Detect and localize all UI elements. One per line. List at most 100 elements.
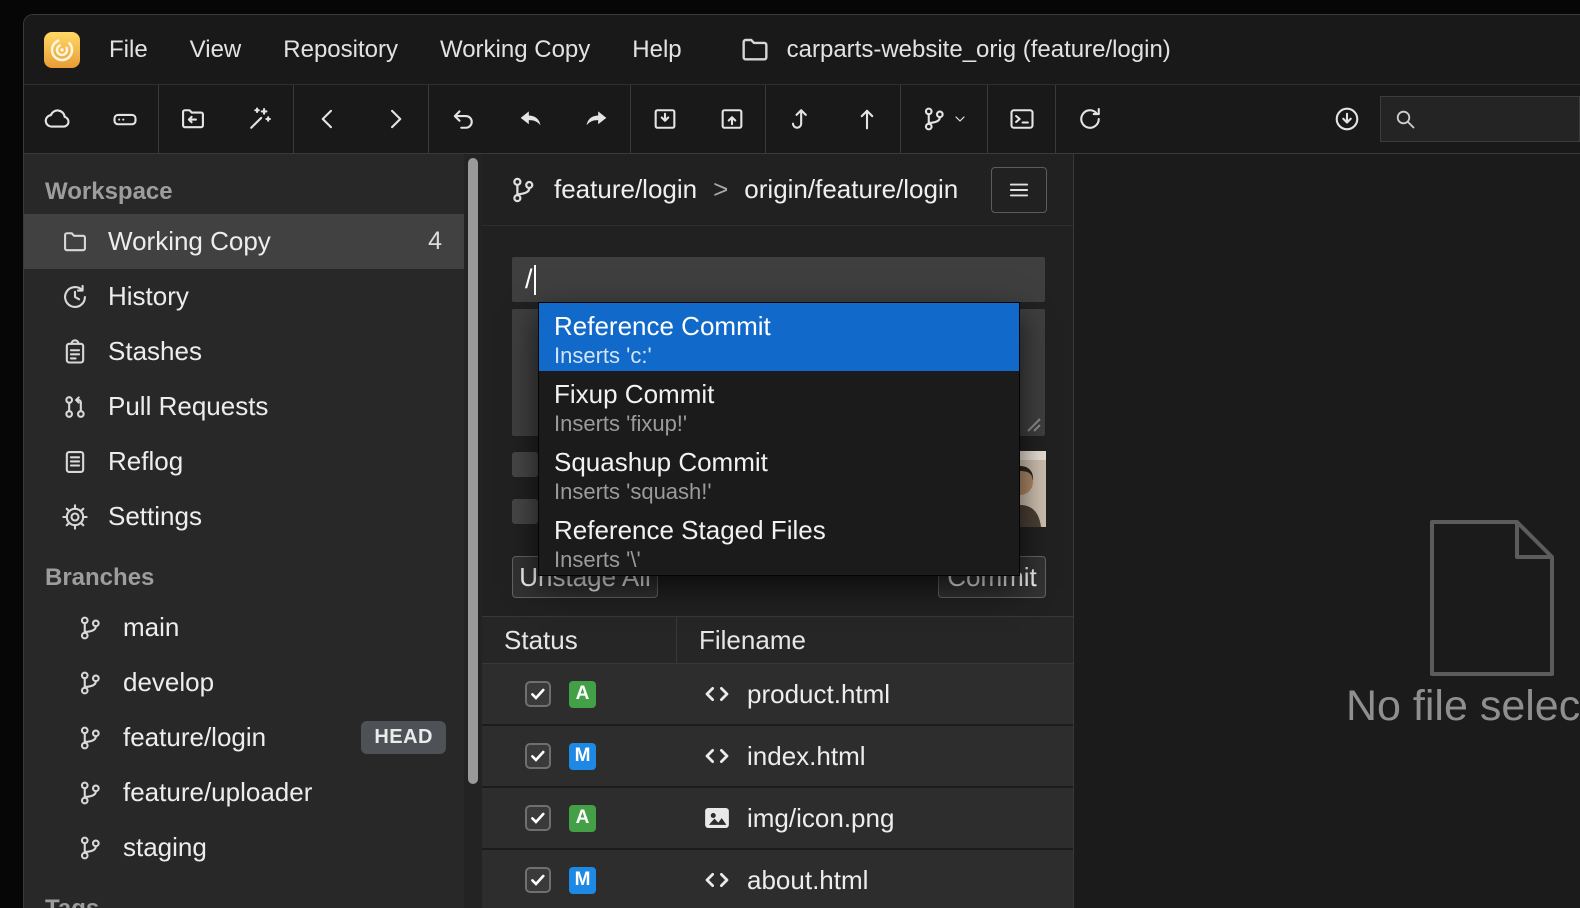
- autocomplete-item-reference-staged-files[interactable]: Reference Staged Files Inserts '\': [539, 507, 1019, 575]
- sidebar-item-history[interactable]: History: [24, 269, 464, 324]
- main-panel: feature/login > origin/feature/login /: [482, 154, 1074, 908]
- magic-wand-button[interactable]: [226, 85, 293, 153]
- code-file-icon: [702, 865, 732, 895]
- menu-help[interactable]: Help: [611, 15, 702, 84]
- autocomplete-title: Reference Commit: [554, 309, 1004, 343]
- commit-message-input[interactable]: /: [512, 257, 1045, 302]
- filename-label: img/icon.png: [747, 803, 894, 834]
- table-row[interactable]: A product.html: [482, 664, 1073, 726]
- back-button[interactable]: [294, 85, 361, 153]
- sidebar-item-label: History: [108, 281, 189, 312]
- autocomplete-item-reference-commit[interactable]: Reference Commit Inserts 'c:': [539, 303, 1019, 371]
- forward-button[interactable]: [361, 85, 428, 153]
- stage-box-button[interactable]: [631, 85, 698, 153]
- stage-checkbox[interactable]: [525, 681, 551, 707]
- cloud-button[interactable]: [24, 85, 91, 153]
- hamburger-icon: [1006, 177, 1032, 203]
- sidebar-item-label: Pull Requests: [108, 391, 268, 422]
- terminal-button[interactable]: [988, 85, 1055, 153]
- pending-count-badge: 4: [428, 227, 442, 256]
- filename-label: product.html: [747, 679, 890, 710]
- terminal-icon: [1008, 105, 1036, 133]
- option-checkbox-fragment[interactable]: [512, 452, 538, 477]
- repo-title-group: carparts-website_orig (feature/login): [739, 34, 1171, 66]
- file-preview-panel: No file selected: [1074, 154, 1580, 908]
- autocomplete-subtitle: Inserts 'squash!': [554, 479, 1004, 505]
- redo-button[interactable]: [563, 85, 630, 153]
- git-branch-icon: [76, 834, 104, 862]
- sidebar-branch-feature-login[interactable]: feature/login HEAD: [24, 710, 464, 765]
- git-branch-icon: [508, 175, 538, 205]
- search-box[interactable]: [1380, 96, 1580, 142]
- pull-request-icon: [61, 393, 89, 421]
- sidebar-item-settings[interactable]: Settings: [24, 489, 464, 544]
- status-added-badge: A: [569, 681, 596, 708]
- menu-view[interactable]: View: [169, 15, 263, 84]
- table-row[interactable]: A img/icon.png: [482, 788, 1073, 850]
- autocomplete-item-squashup-commit[interactable]: Squashup Commit Inserts 'squash!': [539, 439, 1019, 507]
- undo-button[interactable]: [496, 85, 563, 153]
- autocomplete-item-fixup-commit[interactable]: Fixup Commit Inserts 'fixup!': [539, 371, 1019, 439]
- menu-repository[interactable]: Repository: [262, 15, 419, 84]
- arrow-up-button[interactable]: [833, 85, 900, 153]
- hook-arrow-button[interactable]: [766, 85, 833, 153]
- branch-label: develop: [123, 667, 214, 698]
- toolbar: [24, 84, 1580, 154]
- image-file-icon: [702, 803, 732, 833]
- table-row[interactable]: M about.html: [482, 850, 1073, 908]
- option-checkbox-fragment[interactable]: [512, 499, 538, 524]
- commit-panel: / U: [482, 226, 1073, 616]
- git-branch-icon: [76, 614, 104, 642]
- status-cell: A: [482, 805, 677, 832]
- table-row[interactable]: M index.html: [482, 726, 1073, 788]
- sidebar-item-label: Reflog: [108, 446, 183, 477]
- commit-options-button[interactable]: [991, 167, 1047, 213]
- sidebar-branch-staging[interactable]: staging: [24, 820, 464, 875]
- folder-icon: [739, 34, 771, 66]
- sidebar-scrollbar[interactable]: [464, 154, 482, 908]
- check-icon: [529, 871, 547, 889]
- filename-cell: about.html: [677, 865, 868, 896]
- reset-arrow-icon: [449, 105, 477, 133]
- stage-checkbox[interactable]: [525, 743, 551, 769]
- chevron-right-icon: [381, 105, 409, 133]
- history-icon: [61, 283, 89, 311]
- search-input[interactable]: [1427, 106, 1567, 132]
- open-repo-button[interactable]: [159, 85, 226, 153]
- download-button[interactable]: [1313, 85, 1380, 153]
- branch-menu-button[interactable]: [901, 85, 987, 153]
- drive-button[interactable]: [91, 85, 158, 153]
- sidebar-item-pull-requests[interactable]: Pull Requests: [24, 379, 464, 434]
- sidebar-item-working-copy[interactable]: Working Copy 4: [24, 214, 464, 269]
- autocomplete-title: Reference Staged Files: [554, 513, 1004, 547]
- document-outline-icon: [1422, 512, 1562, 684]
- refresh-button[interactable]: [1056, 85, 1123, 153]
- sidebar-branch-main[interactable]: main: [24, 600, 464, 655]
- resize-grip-icon[interactable]: [1026, 417, 1042, 433]
- branch-bar: feature/login > origin/feature/login: [482, 154, 1073, 226]
- stage-checkbox[interactable]: [525, 867, 551, 893]
- autocomplete-title: Fixup Commit: [554, 377, 1004, 411]
- tags-section-header: Tags: [24, 887, 464, 908]
- download-circle-icon: [1333, 105, 1361, 133]
- stage-checkbox[interactable]: [525, 805, 551, 831]
- sidebar-item-label: Working Copy: [108, 226, 271, 257]
- sidebar-branch-feature-uploader[interactable]: feature/uploader: [24, 765, 464, 820]
- autocomplete-subtitle: Inserts 'fixup!': [554, 411, 1004, 437]
- check-icon: [529, 685, 547, 703]
- staged-files-table: Status Filename A product.html: [482, 616, 1073, 908]
- menu-working-copy[interactable]: Working Copy: [419, 15, 611, 84]
- branch-label: feature/uploader: [123, 777, 312, 808]
- filename-cell: product.html: [677, 679, 890, 710]
- reset-button[interactable]: [429, 85, 496, 153]
- unstage-box-button[interactable]: [698, 85, 765, 153]
- status-column-header: Status: [482, 617, 677, 663]
- sidebar-item-reflog[interactable]: Reflog: [24, 434, 464, 489]
- sidebar-item-stashes[interactable]: Stashes: [24, 324, 464, 379]
- git-branch-icon: [76, 779, 104, 807]
- head-badge: HEAD: [361, 721, 446, 754]
- sidebar-branch-develop[interactable]: develop: [24, 655, 464, 710]
- menu-file[interactable]: File: [88, 15, 169, 84]
- scrollbar-thumb[interactable]: [468, 158, 478, 784]
- status-cell: M: [482, 867, 677, 894]
